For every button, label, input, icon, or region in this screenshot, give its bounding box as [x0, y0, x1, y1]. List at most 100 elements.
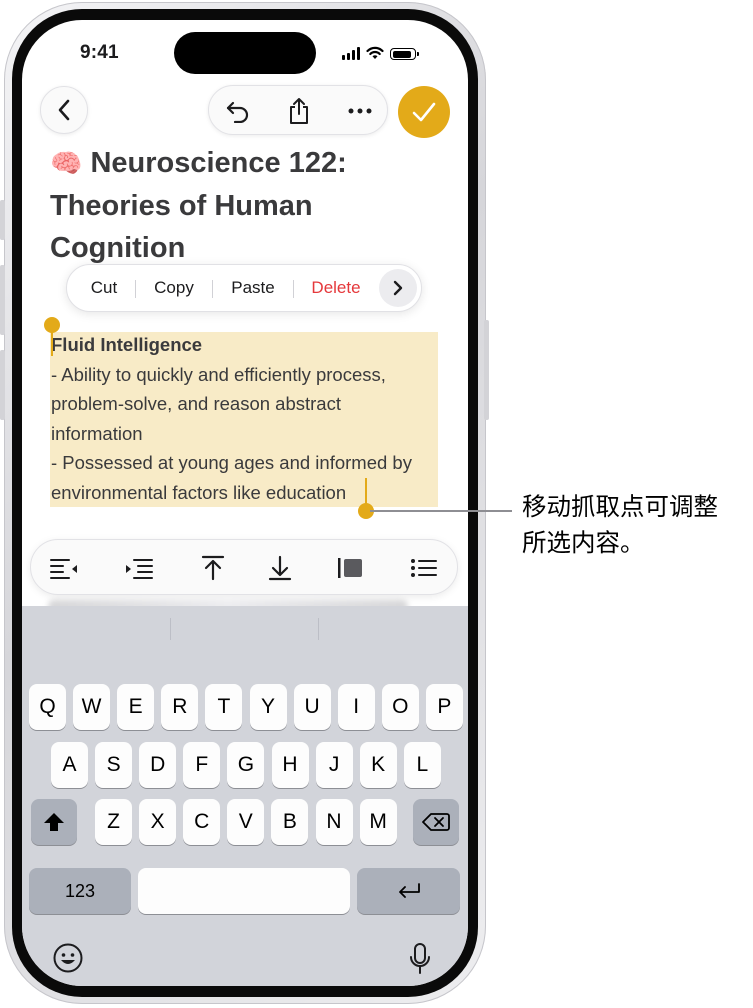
- paste-button[interactable]: Paste: [222, 265, 284, 311]
- key-e[interactable]: E: [117, 684, 155, 730]
- key-n[interactable]: N: [315, 799, 353, 845]
- move-up-icon: [201, 555, 225, 581]
- key-d[interactable]: D: [139, 742, 177, 788]
- key-f[interactable]: F: [183, 742, 221, 788]
- shift-key[interactable]: [31, 799, 77, 845]
- volume-up-button: [0, 265, 5, 335]
- key-c[interactable]: C: [183, 799, 221, 845]
- key-j[interactable]: J: [315, 742, 353, 788]
- cellular-signal-icon: [342, 47, 360, 60]
- selection-start-bar: [51, 330, 53, 356]
- copy-button[interactable]: Copy: [145, 265, 203, 311]
- key-p[interactable]: P: [425, 684, 463, 730]
- note-title[interactable]: 🧠 Neuroscience 122: Theories of Human Co…: [50, 142, 450, 270]
- key-u[interactable]: U: [293, 684, 331, 730]
- ellipsis-icon: [348, 108, 372, 114]
- move-up-button[interactable]: [196, 551, 230, 585]
- key-z[interactable]: Z: [95, 799, 132, 845]
- key-k[interactable]: K: [359, 742, 397, 788]
- space-key[interactable]: [138, 868, 350, 914]
- menu-more-button[interactable]: [379, 269, 417, 307]
- key-g[interactable]: G: [227, 742, 265, 788]
- key-q[interactable]: Q: [29, 684, 66, 730]
- side-button: [484, 320, 489, 420]
- note-toolbar: [208, 85, 388, 135]
- key-v[interactable]: V: [227, 799, 265, 845]
- silent-switch: [0, 200, 5, 240]
- key-a[interactable]: A: [51, 742, 88, 788]
- callout-leader-line: [370, 510, 512, 512]
- note-title-line-1: Neuroscience 122:: [90, 147, 347, 179]
- selected-line: environmental factors like education: [51, 481, 347, 503]
- emoji-button[interactable]: [52, 942, 84, 979]
- selected-line: information: [51, 422, 143, 444]
- return-key[interactable]: [357, 868, 460, 914]
- selection-start-handle[interactable]: [44, 317, 60, 333]
- key-r[interactable]: R: [161, 684, 199, 730]
- move-down-button[interactable]: [263, 551, 297, 585]
- outdent-button[interactable]: [47, 551, 81, 585]
- menu-separator: [293, 280, 294, 298]
- volume-down-button: [0, 350, 5, 420]
- status-time: 9:41: [80, 42, 119, 63]
- delete-key[interactable]: [413, 799, 459, 845]
- microphone-icon: [410, 943, 430, 974]
- note-body[interactable]: Fluid Intelligence - Ability to quickly …: [51, 330, 446, 508]
- selected-line: - Ability to quickly and efficiently pro…: [51, 363, 386, 385]
- chevron-right-icon: [393, 280, 403, 296]
- selected-heading: Fluid Intelligence: [51, 334, 203, 355]
- format-toolbar: [30, 539, 458, 595]
- dictation-button[interactable]: [408, 942, 432, 981]
- return-icon: [398, 883, 420, 898]
- undo-arrow-icon: [226, 101, 249, 123]
- selected-line: problem-solve, and reason abstract: [51, 393, 341, 415]
- key-t[interactable]: T: [205, 684, 243, 730]
- emoji-icon: [53, 943, 83, 973]
- dynamic-island: [174, 32, 316, 74]
- suggestion-bar: [22, 606, 468, 652]
- move-down-icon: [268, 555, 292, 581]
- key-h[interactable]: H: [271, 742, 309, 788]
- undo-button[interactable]: [221, 94, 255, 128]
- phone-screen: 9:41 🧠 Neuroscience 122: Theories of Hum…: [22, 20, 468, 986]
- key-l[interactable]: L: [403, 742, 441, 788]
- suggestion-separator: [170, 618, 171, 640]
- cut-button[interactable]: Cut: [79, 265, 129, 311]
- key-m[interactable]: M: [359, 799, 397, 845]
- keyboard: QWERTYUIOP ASDFGHJKL ZXCVBNM 123: [22, 606, 468, 986]
- battery-icon: [390, 48, 419, 60]
- delete-button[interactable]: Delete: [303, 265, 369, 311]
- callout-line-1: 移动抓取点可调整: [522, 494, 718, 521]
- key-w[interactable]: W: [73, 684, 111, 730]
- key-i[interactable]: I: [337, 684, 375, 730]
- edit-menu: Cut Copy Paste Delete: [66, 264, 422, 312]
- callout-line-2: 所选内容。: [522, 530, 645, 557]
- bullet-list-button[interactable]: [407, 551, 441, 585]
- selection-end-bar: [365, 478, 367, 506]
- done-button[interactable]: [398, 86, 450, 138]
- key-y[interactable]: Y: [249, 684, 287, 730]
- menu-separator: [135, 280, 136, 298]
- block-quote-button[interactable]: [333, 551, 367, 585]
- numbers-key[interactable]: 123: [29, 868, 131, 914]
- indent-icon: [126, 559, 153, 579]
- key-s[interactable]: S: [95, 742, 133, 788]
- suggestion-separator: [318, 618, 319, 640]
- bullet-list-icon: [411, 559, 437, 577]
- callout-annotation: 移动抓取点可调整 所选内容。: [522, 490, 718, 562]
- key-o[interactable]: O: [381, 684, 419, 730]
- checkmark-icon: [412, 102, 436, 122]
- backspace-icon: [422, 813, 450, 831]
- battery-level: [392, 50, 411, 58]
- selected-line: - Possessed at young ages and informed b…: [51, 452, 412, 474]
- key-b[interactable]: B: [271, 799, 309, 845]
- more-button[interactable]: [343, 94, 377, 128]
- menu-separator: [212, 280, 213, 298]
- share-button[interactable]: [282, 94, 316, 128]
- back-button[interactable]: [40, 86, 88, 134]
- share-icon: [290, 98, 308, 124]
- key-x[interactable]: X: [139, 799, 177, 845]
- shift-icon: [44, 813, 64, 831]
- indent-button[interactable]: [122, 551, 156, 585]
- brain-emoji-icon: 🧠: [50, 148, 83, 178]
